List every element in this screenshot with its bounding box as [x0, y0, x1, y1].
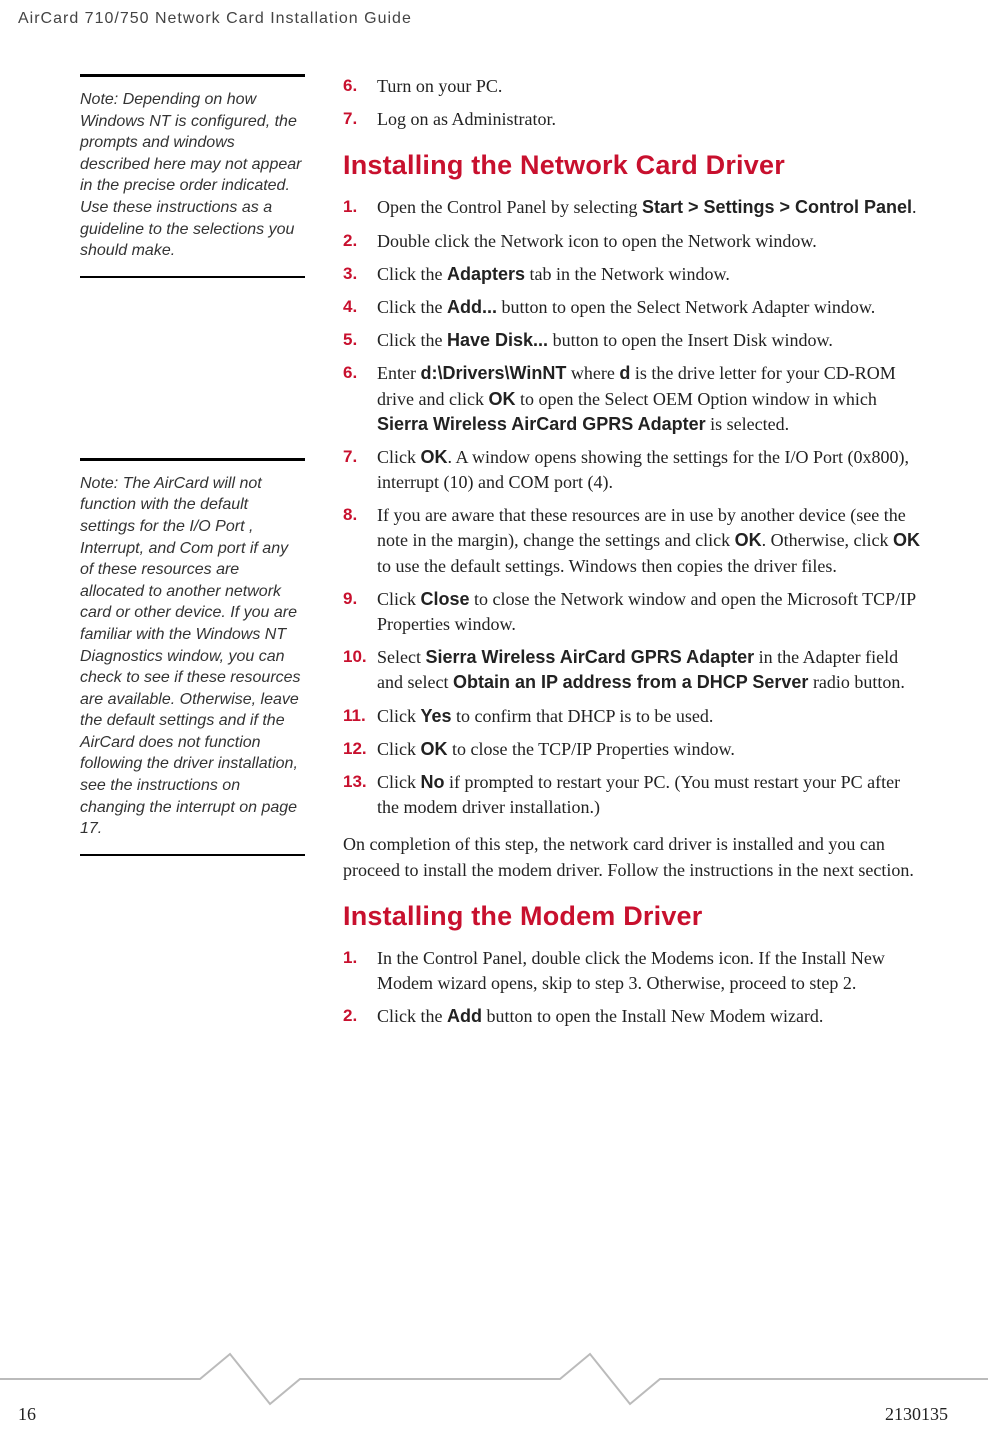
- ui-label: Start > Settings > Control Panel: [642, 197, 912, 217]
- running-header: AirCard 710/750 Network Card Installatio…: [0, 0, 988, 28]
- prelim-step-1: 6.Turn on your PC.: [343, 74, 923, 99]
- ui-label: OK: [421, 739, 448, 759]
- margin-note-2: Note: The AirCard will not function with…: [80, 458, 305, 856]
- network-outro: On completion of this step, the network …: [343, 832, 923, 882]
- network-step-12: 12.Click OK to close the TCP/IP Properti…: [343, 737, 923, 762]
- step-number: 11.: [343, 704, 377, 729]
- network-steps: 1.Open the Control Panel by selecting St…: [343, 195, 923, 820]
- ui-label: Add: [447, 1006, 482, 1026]
- step-text: Click Yes to confirm that DHCP is to be …: [377, 704, 923, 729]
- page-number: 16: [18, 1404, 36, 1425]
- step-text: Click the Have Disk... button to open th…: [377, 328, 923, 353]
- step-number: 5.: [343, 328, 377, 353]
- modem-step-1: 1.In the Control Panel, double click the…: [343, 946, 923, 996]
- network-step-3: 3.Click the Adapters tab in the Network …: [343, 262, 923, 287]
- step-number: 13.: [343, 770, 377, 820]
- page-footer: 16 2130135: [0, 1404, 988, 1425]
- network-step-6: 6.Enter d:\Drivers\WinNT where d is the …: [343, 361, 923, 437]
- network-step-11: 11.Click Yes to confirm that DHCP is to …: [343, 704, 923, 729]
- step-number: 6.: [343, 361, 377, 437]
- step-number: 6.: [343, 74, 377, 99]
- ui-label: Add...: [447, 297, 497, 317]
- step-number: 10.: [343, 645, 377, 695]
- heading-network-driver: Installing the Network Card Driver: [343, 150, 923, 181]
- ui-label: Adapters: [447, 264, 525, 284]
- ui-label: OK: [488, 389, 515, 409]
- prelim-step-2: 7.Log on as Administrator.: [343, 107, 923, 132]
- ui-label: Obtain an IP address from a DHCP Server: [453, 672, 808, 692]
- heading-modem-driver: Installing the Modem Driver: [343, 901, 923, 932]
- network-step-8: 8.If you are aware that these resources …: [343, 503, 923, 579]
- step-text: Log on as Administrator.: [377, 107, 923, 132]
- ui-label: OK: [735, 530, 762, 550]
- step-text: Click the Add button to open the Install…: [377, 1004, 923, 1029]
- ui-label: No: [421, 772, 445, 792]
- network-step-4: 4.Click the Add... button to open the Se…: [343, 295, 923, 320]
- page-body: Note: Depending on how Windows NT is con…: [0, 28, 988, 1037]
- step-text: If you are aware that these resources ar…: [377, 503, 923, 579]
- network-step-10: 10.Select Sierra Wireless AirCard GPRS A…: [343, 645, 923, 695]
- step-text: In the Control Panel, double click the M…: [377, 946, 923, 996]
- step-text: Turn on your PC.: [377, 74, 923, 99]
- network-step-5: 5.Click the Have Disk... button to open …: [343, 328, 923, 353]
- step-number: 4.: [343, 295, 377, 320]
- margin-note-1: Note: Depending on how Windows NT is con…: [80, 74, 305, 278]
- modem-step-2: 2.Click the Add button to open the Insta…: [343, 1004, 923, 1029]
- step-text: Click the Add... button to open the Sele…: [377, 295, 923, 320]
- step-text: Click OK to close the TCP/IP Properties …: [377, 737, 923, 762]
- step-number: 2.: [343, 229, 377, 254]
- ui-label: Sierra Wireless AirCard GPRS Adapter: [377, 414, 706, 434]
- step-number: 1.: [343, 946, 377, 996]
- step-number: 7.: [343, 107, 377, 132]
- footer-wave-deco: [0, 1349, 988, 1409]
- network-step-2: 2.Double click the Network icon to open …: [343, 229, 923, 254]
- step-text: Click No if prompted to restart your PC.…: [377, 770, 923, 820]
- step-number: 3.: [343, 262, 377, 287]
- ui-label: OK: [421, 447, 448, 467]
- step-text: Click Close to close the Network window …: [377, 587, 923, 637]
- doc-number: 2130135: [885, 1404, 948, 1425]
- step-text: Enter d:\Drivers\WinNT where d is the dr…: [377, 361, 923, 437]
- network-step-9: 9.Click Close to close the Network windo…: [343, 587, 923, 637]
- step-text: Open the Control Panel by selecting Star…: [377, 195, 923, 220]
- ui-label: Close: [421, 589, 470, 609]
- ui-label: d:\Drivers\WinNT: [420, 363, 566, 383]
- modem-steps: 1.In the Control Panel, double click the…: [343, 946, 923, 1030]
- step-text: Click OK. A window opens showing the set…: [377, 445, 923, 495]
- step-text: Double click the Network icon to open th…: [377, 229, 923, 254]
- step-number: 2.: [343, 1004, 377, 1029]
- ui-label: Have Disk...: [447, 330, 548, 350]
- ui-label: Yes: [421, 706, 452, 726]
- main-column: 6.Turn on your PC.7.Log on as Administra…: [343, 74, 923, 1037]
- step-number: 7.: [343, 445, 377, 495]
- step-number: 1.: [343, 195, 377, 220]
- ui-label: d: [619, 363, 630, 383]
- margin-column: Note: Depending on how Windows NT is con…: [35, 74, 305, 1037]
- network-step-1: 1.Open the Control Panel by selecting St…: [343, 195, 923, 220]
- step-number: 8.: [343, 503, 377, 579]
- ui-label: OK: [893, 530, 920, 550]
- step-number: 9.: [343, 587, 377, 637]
- ui-label: Sierra Wireless AirCard GPRS Adapter: [425, 647, 754, 667]
- step-text: Click the Adapters tab in the Network wi…: [377, 262, 923, 287]
- step-number: 12.: [343, 737, 377, 762]
- prelim-steps: 6.Turn on your PC.7.Log on as Administra…: [343, 74, 923, 132]
- step-text: Select Sierra Wireless AirCard GPRS Adap…: [377, 645, 923, 695]
- network-step-13: 13.Click No if prompted to restart your …: [343, 770, 923, 820]
- network-step-7: 7.Click OK. A window opens showing the s…: [343, 445, 923, 495]
